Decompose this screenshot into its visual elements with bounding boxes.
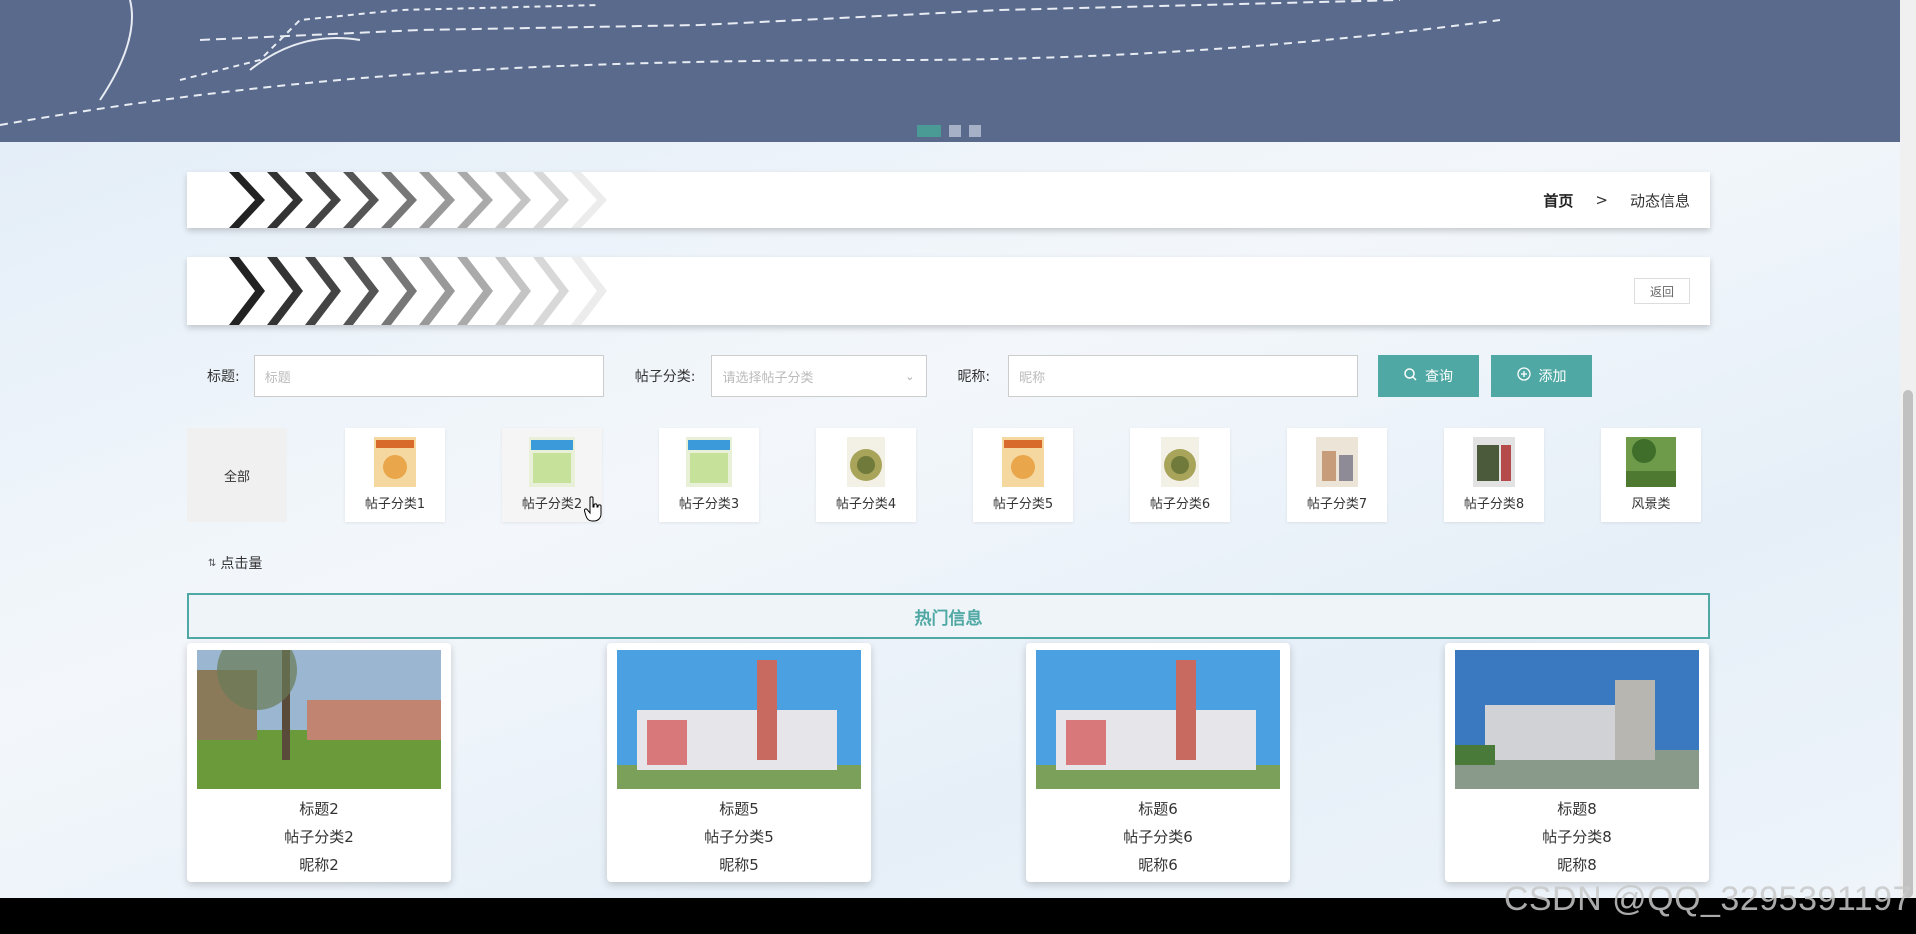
- post-nickname: 昵称6: [1138, 856, 1178, 874]
- post-card[interactable]: 标题6 帖子分类6 昵称6: [1026, 643, 1290, 882]
- post-title: 标题8: [1557, 800, 1597, 818]
- query-button-label: 查询: [1425, 369, 1453, 385]
- add-button[interactable]: 添加: [1491, 355, 1592, 397]
- category-label: 帖子分类5: [992, 497, 1054, 512]
- post-image: [617, 650, 861, 789]
- category-label: 帖子分类:: [634, 369, 696, 385]
- category-label: 帖子分类8: [1463, 497, 1525, 512]
- carousel-dot[interactable]: [969, 125, 981, 137]
- category-item[interactable]: 风景类: [1601, 428, 1701, 522]
- carousel-indicators: [917, 125, 981, 137]
- nickname-label: 昵称:: [957, 369, 991, 385]
- category-thumbnail: [686, 437, 732, 487]
- category-select-placeholder: 请选择帖子分类: [722, 370, 814, 386]
- category-select[interactable]: 请选择帖子分类 ⌄: [711, 355, 928, 397]
- post-title: 标题2: [299, 800, 339, 818]
- post-nickname: 昵称2: [299, 856, 339, 874]
- title-input[interactable]: 标题: [253, 355, 604, 397]
- chevron-decoration: [227, 257, 607, 325]
- category-item[interactable]: 帖子分类1: [345, 428, 445, 522]
- carousel-dot[interactable]: [949, 125, 961, 137]
- category-thumbnail: [374, 437, 416, 487]
- category-item[interactable]: 帖子分类5: [973, 428, 1073, 522]
- chevron-down-icon: ⌄: [905, 369, 915, 383]
- plus-circle-icon: [1516, 367, 1531, 385]
- post-category: 帖子分类5: [704, 828, 774, 846]
- post-nickname: 昵称8: [1557, 856, 1597, 874]
- post-image: [1455, 650, 1699, 789]
- scrollbar-thumb[interactable]: [1903, 390, 1913, 898]
- post-card[interactable]: 标题8 帖子分类8 昵称8: [1445, 643, 1709, 882]
- post-nickname: 昵称5: [719, 856, 759, 874]
- post-image: [1036, 650, 1280, 789]
- breadcrumb-bar: 首页 > 动态信息: [187, 172, 1710, 228]
- search-icon: [1404, 367, 1417, 385]
- category-thumbnail: [1316, 437, 1358, 487]
- category-label: 帖子分类2: [521, 497, 583, 512]
- nickname-input[interactable]: 昵称: [1008, 355, 1359, 397]
- back-button[interactable]: 返回: [1634, 278, 1690, 304]
- category-thumbnail: [1626, 437, 1676, 487]
- hot-section-title: 热门信息: [187, 593, 1710, 639]
- category-item[interactable]: 帖子分类6: [1130, 428, 1230, 522]
- post-category: 帖子分类6: [1123, 828, 1193, 846]
- post-title: 标题5: [719, 800, 759, 818]
- category-item[interactable]: 帖子分类7: [1287, 428, 1387, 522]
- breadcrumb-separator: >: [1595, 191, 1608, 209]
- category-label: 风景类: [1631, 497, 1671, 512]
- add-button-label: 添加: [1538, 369, 1567, 385]
- post-title: 标题6: [1138, 800, 1178, 818]
- category-label: 帖子分类6: [1149, 497, 1211, 512]
- watermark: CSDN @QQ_3295391197: [1503, 880, 1912, 918]
- post-image: [197, 650, 441, 789]
- banner-carousel[interactable]: [0, 0, 1900, 142]
- category-thumbnail: [847, 437, 885, 487]
- category-label: 帖子分类7: [1306, 497, 1368, 512]
- category-thumbnail: [1473, 437, 1515, 487]
- post-card[interactable]: 标题5 帖子分类5 昵称5: [607, 643, 871, 882]
- category-item[interactable]: 帖子分类3: [659, 428, 759, 522]
- category-label: 全部: [223, 469, 250, 485]
- carousel-dot[interactable]: [917, 125, 941, 137]
- title-label: 标题:: [207, 369, 240, 385]
- category-label: 帖子分类1: [364, 497, 426, 512]
- breadcrumb: 首页 > 动态信息: [1543, 172, 1690, 228]
- sort-label: 点击量: [220, 556, 263, 572]
- post-category: 帖子分类2: [284, 828, 354, 846]
- category-label: 帖子分类4: [835, 497, 897, 512]
- category-item[interactable]: 帖子分类8: [1444, 428, 1544, 522]
- post-category: 帖子分类8: [1542, 828, 1612, 846]
- category-thumbnail: [1161, 437, 1199, 487]
- back-bar: 返回: [187, 257, 1710, 325]
- chevron-decoration: [227, 172, 607, 228]
- sort-icon: ⇅: [208, 557, 217, 569]
- breadcrumb-home-link[interactable]: 首页: [1543, 190, 1573, 211]
- category-thumbnail: [529, 437, 575, 487]
- category-thumbnail: [1002, 437, 1044, 487]
- search-form: 标题: 标题 帖子分类: 请选择帖子分类 ⌄ 昵称: 昵称: [207, 355, 1359, 397]
- hand-cursor-icon: [584, 496, 602, 522]
- category-item[interactable]: 帖子分类4: [816, 428, 916, 522]
- category-all[interactable]: 全部: [187, 428, 287, 522]
- sort-by-clicks[interactable]: ⇅ 点击量: [208, 553, 262, 573]
- breadcrumb-current: 动态信息: [1629, 191, 1690, 210]
- post-card[interactable]: 标题2 帖子分类2 昵称2: [187, 643, 451, 882]
- category-label: 帖子分类3: [678, 497, 740, 512]
- query-button[interactable]: 查询: [1378, 355, 1479, 397]
